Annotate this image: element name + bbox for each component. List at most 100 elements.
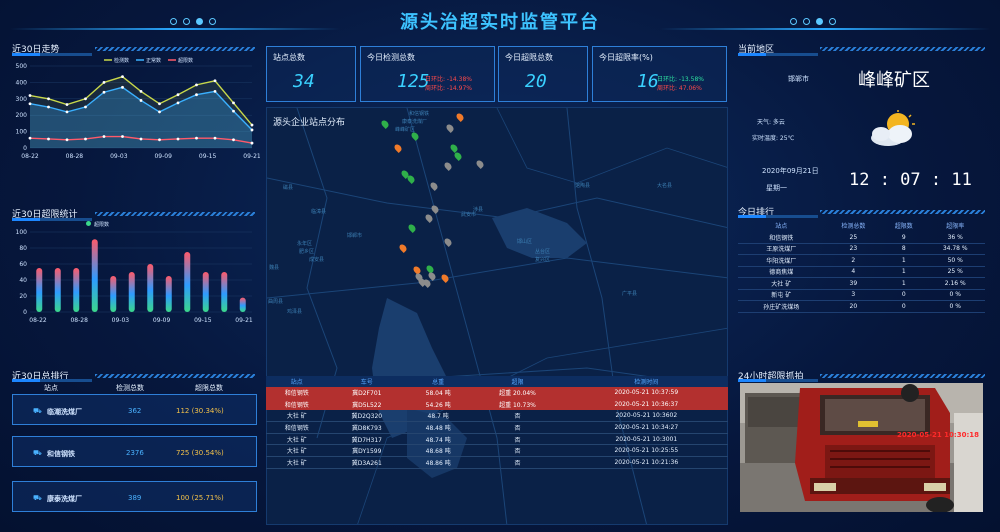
total-count: 362 [128,407,142,415]
y-tick-label: 0 [23,309,27,316]
total-count: 389 [128,494,142,502]
records-panel: 站点 车号 总重 超限 检测时间 和信钢铁 冀D2F701 58.04 吨超重 20… [266,376,728,488]
data-point [250,141,254,145]
map-label: 涉县 [473,207,484,213]
data-point [213,90,217,93]
table-row[interactable]: 新屯 矿 3 0 0 % [738,289,985,301]
col-total: 检测总数 [841,223,866,231]
col-over: 超限总数 [195,384,223,392]
district-name: 峰峰矿区 [858,70,930,91]
table-row[interactable]: 和信钢铁 冀D8K793 48.48 吨否 2020-05-21 10:34:27 [266,421,728,434]
bar [165,276,172,312]
cell-total: 23 [849,245,858,253]
data-point [250,128,254,132]
kpi-mom: 日环比: -14.38% [425,76,472,83]
hatch-decoration [820,210,985,214]
table-row[interactable]: 和信钢铁 冀D2F701 58.04 吨超重 20.04% 2020-05-21 10… [266,387,728,399]
table-row[interactable]: 大社 矿冀D7H317 48.74 吨否 2020-05-21 10:3001 [266,433,728,446]
temperature-text: 实时温度: 25℃ [752,135,795,142]
total-rank-row[interactable]: ⛟ 康泰洗煤厂 389 100 (25.71%) [12,481,257,512]
data-point [121,75,124,79]
cell-name: 德商焦煤 [769,269,794,277]
cell-time: 2020-05-21 10:25:55 [564,444,728,458]
kpi-wow: 周环比: -14.97% [425,85,472,92]
cell-over: 否 [470,456,565,469]
header-left-dots [170,18,216,25]
kpi-value: 20 [525,71,547,92]
title-underline [738,53,818,56]
capture-photo[interactable]: 2020-05-21 10:30:18 [740,383,983,512]
cell-over: 超重 20.04% [470,387,565,399]
cell-plate: 冀D7H317 [327,433,407,446]
cell-name: 华阳洗煤厂 [766,257,797,265]
table-row[interactable]: 和信钢铁 25 9 36 % [738,232,985,243]
data-point [232,138,235,142]
cell-site: 和信钢铁 [266,398,328,411]
cell-weight: 48.48 吨 [406,421,471,434]
map-title: 源头企业站点分布 [273,118,346,128]
cell-time: 2020-05-21 10:3602 [564,410,728,423]
map-label: 鸡泽县 [287,309,303,315]
bar [110,276,117,312]
data-point [47,105,50,109]
data-point [65,138,69,142]
x-tick-label: 08-22 [29,317,47,324]
header-right-line [660,28,990,30]
table-row[interactable]: 孙庄矿洗煤场 20 0 0 % [738,301,985,312]
table-row[interactable]: 大社 矿冀D3A261 48.86 吨否 2020-05-21 10:21:36 [266,456,728,469]
map-label: 馆陶县 [575,183,591,189]
cell-plate: 冀D8K793 [327,421,407,434]
cell-name: 王原洗煤厂 [766,246,797,254]
cell-over: 否 [470,433,565,446]
kpi-station-total: 站点总数 34 [266,46,356,102]
cell-total: 25 [849,233,858,241]
over-count: 725 (30.54%) [176,449,224,457]
col-over: 超限数 [894,223,913,231]
cell-plate: 冀D2F701 [327,387,407,399]
cell-over: 0 [901,291,906,299]
cell-time: 2020-05-21 10:36:37 [564,398,728,411]
data-point [213,79,217,83]
data-point [84,97,87,101]
cell-weight: 54.26 吨 [406,398,471,411]
cell-rate: 36 % [947,233,963,241]
cell-site: 和信钢铁 [266,421,328,434]
table-row[interactable]: 大社 矿 39 1 2.16 % [738,278,985,289]
bar [36,268,43,312]
page-title: 源头治超实时监管平台 [400,12,600,33]
data-point [232,101,235,105]
weekday-text: 星期一 [766,184,787,192]
cell-over: 1 [901,268,906,276]
total-rank-row[interactable]: ⛟ 和信钢铁 2376 725 (30.54%) [12,436,257,467]
weather-text: 天气: 多云 [757,119,785,126]
col-plate: 车号 [327,376,407,387]
table-row[interactable]: 德商焦煤 4 1 25 % [738,266,985,278]
capture-timestamp: 2020-05-21 10:30:18 [896,431,979,439]
header-left-line [10,28,340,30]
dashboard: 源头治超实时监管平台 近30日走势 0 100 200 300 400 500 08-22 0… [0,0,1000,532]
cell-name: 孙庄矿洗煤场 [763,303,800,311]
map-label: 丛台区 [535,249,551,255]
cell-rate: 2.16 % [944,279,966,287]
kpi-label: 今日超限率(%) [599,53,653,62]
table-row[interactable]: 大社 矿冀DY1599 48.68 吨否 2020-05-21 10:25:55 [266,444,728,458]
data-point [195,136,198,140]
data-point [176,101,180,105]
hatch-decoration [95,47,255,51]
data-point [65,103,69,106]
x-tick-label: 09-15 [194,317,212,324]
table-row[interactable]: 大社 矿冀D2Q320 48.7 吨否 2020-05-21 10:3602 [266,410,728,423]
cell-over: 否 [470,421,565,434]
col-site: 站点 [44,384,58,392]
table-row[interactable]: 和信钢铁 冀D5L522 54.26 吨超重 10.73% 2020-05-21 10… [266,398,728,411]
total-rank-row[interactable]: ⛟ 临潮洗煤厂 362 112 (30.34%) [12,394,257,425]
bar [147,264,154,312]
cell-total: 2 [851,256,856,264]
table-row[interactable]: 王原洗煤厂 23 8 34.78 % [738,243,985,255]
table-row[interactable]: 华阳洗煤厂 2 1 50 % [738,255,985,266]
cell-time: 2020-05-21 10:34:27 [564,421,728,434]
kpi-label: 今日超限总数 [505,53,553,62]
kpi-label: 今日检测总数 [367,53,415,62]
site-name: 康泰洗煤厂 [47,495,82,503]
cell-site: 大社 矿 [266,456,328,469]
